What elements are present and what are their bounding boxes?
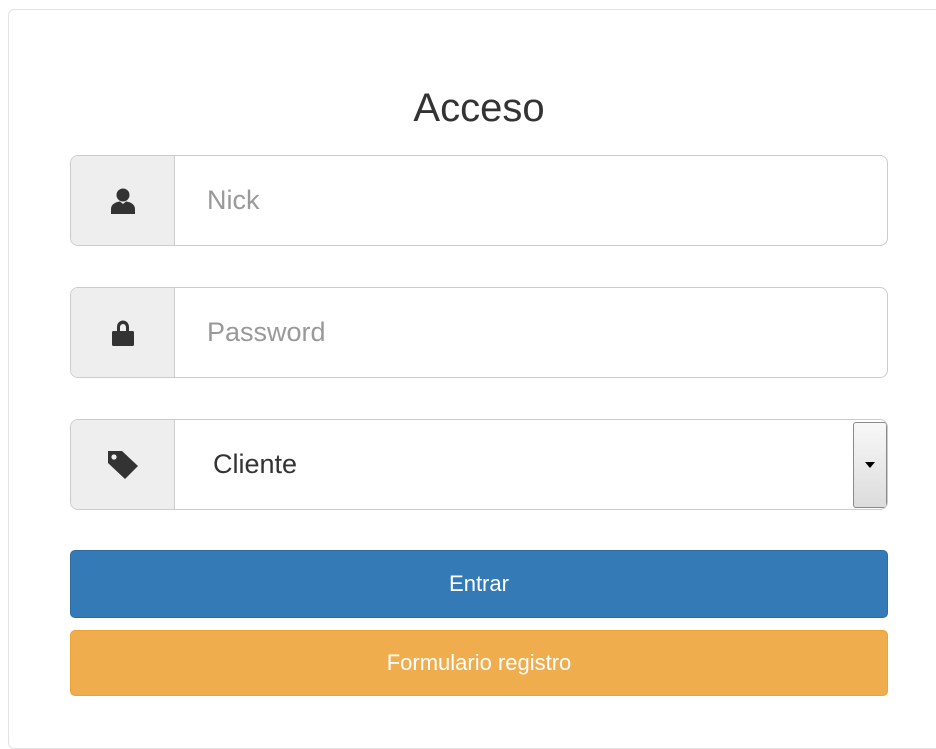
- submit-button[interactable]: Entrar: [70, 550, 888, 618]
- page-title: Acceso: [413, 86, 545, 130]
- role-select-group: Cliente: [70, 419, 888, 510]
- tag-icon: [71, 420, 175, 509]
- password-input-group: [70, 287, 888, 378]
- password-input[interactable]: [175, 288, 887, 377]
- role-select-value: Cliente: [213, 449, 298, 479]
- role-select[interactable]: Cliente: [175, 420, 887, 509]
- register-button[interactable]: Formulario registro: [70, 630, 888, 696]
- caret-down-icon[interactable]: [853, 422, 887, 508]
- nick-input-group: [70, 155, 888, 246]
- user-icon: [71, 156, 175, 245]
- nick-input[interactable]: [175, 156, 887, 245]
- lock-icon: [71, 288, 175, 377]
